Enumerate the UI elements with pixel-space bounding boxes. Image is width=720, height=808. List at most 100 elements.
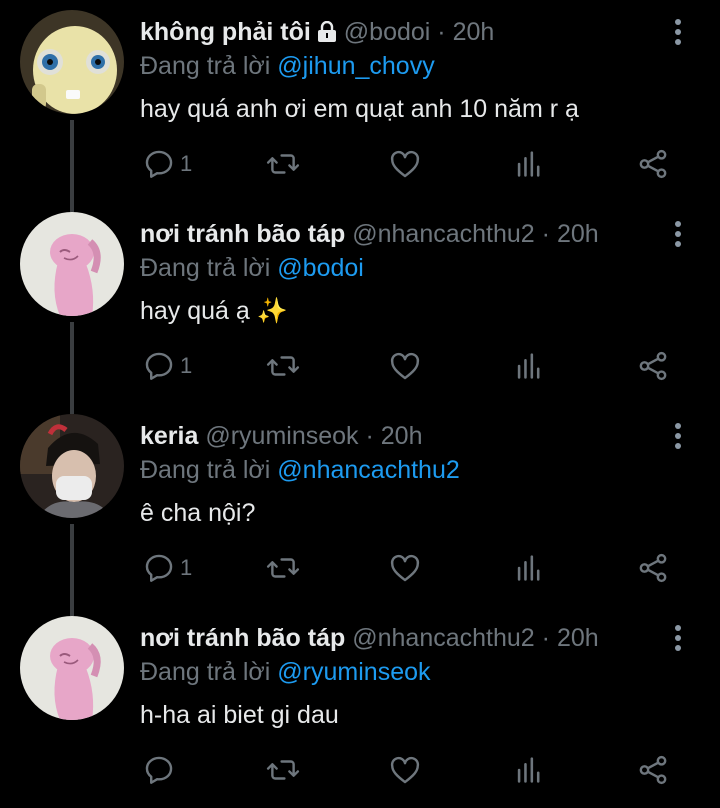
tweet-text: h-ha ai biet gi dau (140, 701, 339, 729)
more-options-button[interactable] (668, 14, 688, 50)
reply-button[interactable]: 1 (142, 550, 192, 586)
display-name[interactable]: không phải tôi (140, 18, 311, 46)
avatar-image (20, 10, 124, 114)
reply-count: 1 (180, 555, 193, 580)
user-handle[interactable]: @ryuminseok (205, 422, 358, 450)
timestamp[interactable]: 20h (381, 422, 423, 450)
retweet-icon (266, 558, 300, 578)
analytics-button[interactable] (512, 146, 546, 182)
share-button[interactable] (636, 348, 670, 384)
speech-bubble-icon (145, 554, 173, 582)
retweet-button[interactable] (266, 348, 300, 384)
separator: · (437, 18, 446, 46)
avatar[interactable] (20, 414, 124, 518)
separator: · (541, 624, 550, 652)
tweet[interactable]: không phải tôi @bodoi · 20h Đang trả lời… (0, 0, 720, 202)
tweet-actions: 1 (140, 348, 680, 384)
tweet-text: ê cha nội? (140, 499, 256, 527)
tweet[interactable]: nơi tránh bão táp @nhancachthu2 · 20h Đa… (0, 202, 720, 404)
more-options-button[interactable] (668, 418, 688, 454)
more-options-button[interactable] (668, 620, 688, 656)
vertical-dots-icon (675, 19, 681, 45)
replying-to: Đang trả lời @jihun_chovy (140, 50, 435, 82)
replying-to-label: Đang trả lời (140, 456, 271, 484)
vertical-dots-icon (675, 221, 681, 247)
analytics-button[interactable] (512, 550, 546, 586)
mention-link[interactable]: @bodoi (277, 254, 364, 282)
vertical-dots-icon (675, 423, 681, 449)
tweet-text: hay quá anh ơi em quạt anh 10 năm r ạ (140, 95, 579, 123)
share-icon (639, 149, 667, 179)
user-handle[interactable]: @nhancachthu2 (352, 220, 534, 248)
display-name[interactable]: nơi tránh bão táp (140, 220, 345, 248)
mention-link[interactable]: @ryuminseok (277, 658, 430, 686)
like-button[interactable] (388, 348, 422, 384)
display-name[interactable]: keria (140, 422, 198, 450)
reply-button[interactable] (142, 752, 180, 788)
like-button[interactable] (388, 550, 422, 586)
tweet-header: nơi tránh bão táp @nhancachthu2 · 20h (140, 622, 660, 654)
replying-to-label: Đang trả lời (140, 658, 271, 686)
tweet[interactable]: keria @ryuminseok · 20h Đang trả lời @nh… (0, 404, 720, 606)
separator: · (365, 422, 374, 450)
like-button[interactable] (388, 146, 422, 182)
analytics-button[interactable] (512, 752, 546, 788)
tweet-actions (140, 752, 680, 788)
tweet-header: keria @ryuminseok · 20h (140, 420, 660, 452)
share-button[interactable] (636, 752, 670, 788)
reply-button[interactable]: 1 (142, 146, 192, 182)
retweet-button[interactable] (266, 752, 300, 788)
retweet-icon (266, 356, 300, 376)
user-handle[interactable]: @nhancachthu2 (352, 624, 534, 652)
heart-icon (390, 756, 420, 784)
share-button[interactable] (636, 146, 670, 182)
lock-icon (317, 19, 337, 51)
user-handle[interactable]: @bodoi (344, 18, 431, 46)
reply-count: 1 (180, 353, 193, 378)
bar-chart-icon (517, 757, 540, 783)
retweet-button[interactable] (266, 146, 300, 182)
reply-button[interactable]: 1 (142, 348, 192, 384)
speech-bubble-icon (145, 150, 173, 178)
replying-to-label: Đang trả lời (140, 52, 271, 80)
bar-chart-icon (517, 555, 540, 581)
mention-link[interactable]: @jihun_chovy (277, 52, 434, 80)
replying-to: Đang trả lời @ryuminseok (140, 656, 431, 688)
tweet[interactable]: nơi tránh bão táp @nhancachthu2 · 20h Đa… (0, 606, 720, 808)
timestamp[interactable]: 20h (557, 624, 599, 652)
analytics-button[interactable] (512, 348, 546, 384)
vertical-dots-icon (675, 625, 681, 651)
avatar-image (20, 212, 124, 316)
avatar-image (20, 616, 124, 720)
like-button[interactable] (388, 752, 422, 788)
share-icon (639, 553, 667, 583)
mention-link[interactable]: @nhancachthu2 (277, 456, 459, 484)
timestamp[interactable]: 20h (557, 220, 599, 248)
avatar[interactable] (20, 616, 124, 720)
tweet-header: không phải tôi @bodoi · 20h (140, 16, 660, 51)
share-icon (639, 351, 667, 381)
tweet-actions: 1 (140, 550, 680, 586)
retweet-button[interactable] (266, 550, 300, 586)
share-button[interactable] (636, 550, 670, 586)
timestamp[interactable]: 20h (453, 18, 495, 46)
speech-bubble-icon (145, 756, 173, 784)
separator: · (541, 220, 550, 248)
tweet-actions: 1 (140, 146, 680, 182)
heart-icon (390, 352, 420, 380)
avatar[interactable] (20, 10, 124, 114)
retweet-icon (266, 154, 300, 174)
bar-chart-icon (517, 353, 540, 379)
speech-bubble-icon (145, 352, 173, 380)
heart-icon (390, 554, 420, 582)
tweet-header: nơi tránh bão táp @nhancachthu2 · 20h (140, 218, 660, 250)
tweet-text: hay quá ạ ✨ (140, 297, 288, 325)
avatar[interactable] (20, 212, 124, 316)
reply-count: 1 (180, 151, 193, 176)
replying-to: Đang trả lời @nhancachthu2 (140, 454, 460, 486)
replying-to: Đang trả lời @bodoi (140, 252, 364, 284)
heart-icon (390, 150, 420, 178)
display-name[interactable]: nơi tránh bão táp (140, 624, 345, 652)
more-options-button[interactable] (668, 216, 688, 252)
share-icon (639, 755, 667, 785)
